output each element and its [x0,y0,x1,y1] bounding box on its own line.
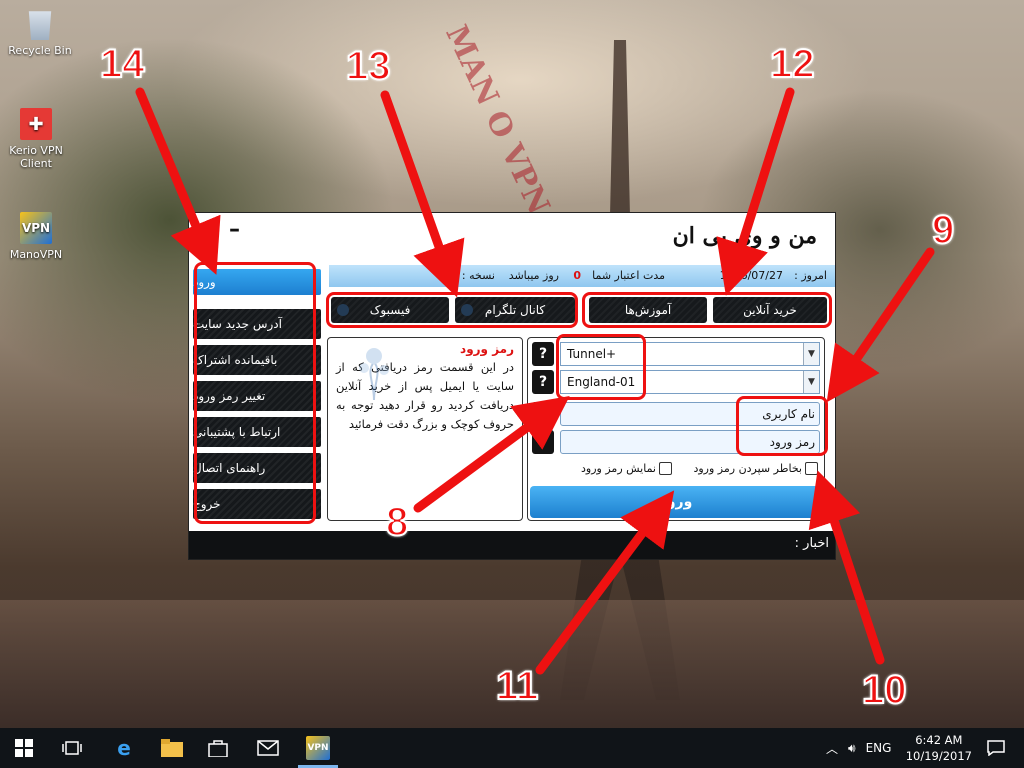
help-text-panel: رمز ورود در این قسمت رمز دریافتی که از س… [327,337,523,521]
desktop-icon-label: Recycle Bin [8,44,72,57]
tray-chevron-up-icon[interactable]: ︿ [826,740,838,757]
file-explorer-icon[interactable] [160,736,184,760]
version-label: نسخه : 1 [451,269,495,282]
annotation-box-credentials [736,396,828,456]
volume-icon[interactable]: 🔊︎ [848,741,856,756]
validity-value: 0 [573,269,581,282]
manovpn-icon: VPN [20,212,52,244]
action-center-icon[interactable] [984,736,1008,760]
today-label: امروز : [794,269,827,282]
mail-icon[interactable] [256,736,280,760]
desktop-icon-manovpn[interactable]: VPN ManoVPN [0,212,72,261]
remember-password-label: بخاطر سپردن رمز ورود [693,462,802,475]
annotation-box-selects [556,334,646,400]
annotation-number-13: 13 [345,43,391,89]
system-tray: ︿ 🔊︎ ENG [826,728,891,768]
task-view-icon[interactable] [60,736,84,760]
clock-time: 6:42 AM [915,733,963,747]
info-bar: امروز : 1396/07/27 مدت اعتبار شما 0 روز … [329,265,835,287]
annotation-number-10: 10 [861,667,907,713]
server-help-button[interactable]: ? [532,370,554,394]
flower-decoration-icon [359,348,389,401]
minimize-button[interactable]: – [229,217,240,242]
remember-password-checkbox[interactable]: بخاطر سپردن رمز ورود [693,462,818,475]
news-label: اخبار : [794,536,829,551]
windows-start-icon[interactable] [12,736,36,760]
checkbox-box[interactable] [659,462,672,475]
chevron-down-icon[interactable]: ▼ [803,371,819,393]
validity-label: مدت اعتبار شما [592,269,665,282]
recycle-bin-icon [28,11,52,40]
annotation-box-social [326,292,578,328]
show-password-label: نمایش رمز ورود [581,462,656,475]
desktop-icon-recycle-bin[interactable]: Recycle Bin [4,8,76,57]
password-help-button[interactable]: ? [532,430,554,454]
taskbar: e VPN ︿ 🔊︎ ENG 6:42 AM 10/19/2017 [0,728,1024,768]
news-bar: اخبار : [189,531,835,559]
username-help-button[interactable]: ? [532,402,554,426]
annotation-number-11: 11 [495,663,539,709]
chevron-down-icon[interactable]: ▼ [803,343,819,365]
annotation-number-8: 8 [385,499,409,545]
clock[interactable]: 6:42 AM 10/19/2017 [906,732,972,764]
manovpn-taskbar-icon[interactable]: VPN [306,736,330,760]
desktop-icon-label: Kerio VPN Client [9,144,63,170]
checkbox-box[interactable] [805,462,818,475]
title-bar: × – من و وی پی ان [189,213,835,263]
annotation-box-buy [582,292,832,328]
store-icon[interactable] [206,736,230,760]
protocol-help-button[interactable]: ? [532,342,554,366]
today-value: 1396/07/27 [719,269,783,282]
app-title: من و وی پی ان [672,223,817,249]
desktop-icon-kerio-vpn[interactable]: ✚ Kerio VPN Client [0,108,72,170]
language-indicator[interactable]: ENG [866,741,892,755]
annotation-number-14: 14 [99,41,145,87]
edge-browser-icon[interactable]: e [112,736,136,760]
annotation-box-sidebar [194,262,316,524]
validity-unit: روز میباشد [508,269,559,282]
show-password-checkbox[interactable]: نمایش رمز ورود [581,462,672,475]
kerio-vpn-icon: ✚ [20,108,52,140]
annotation-number-12: 12 [769,41,815,87]
close-button[interactable]: × [201,217,219,242]
clock-date: 10/19/2017 [905,749,972,763]
desktop-icon-label: ManoVPN [9,248,63,261]
login-button[interactable]: ورود [530,486,822,518]
annotation-number-9: 9 [931,207,955,253]
